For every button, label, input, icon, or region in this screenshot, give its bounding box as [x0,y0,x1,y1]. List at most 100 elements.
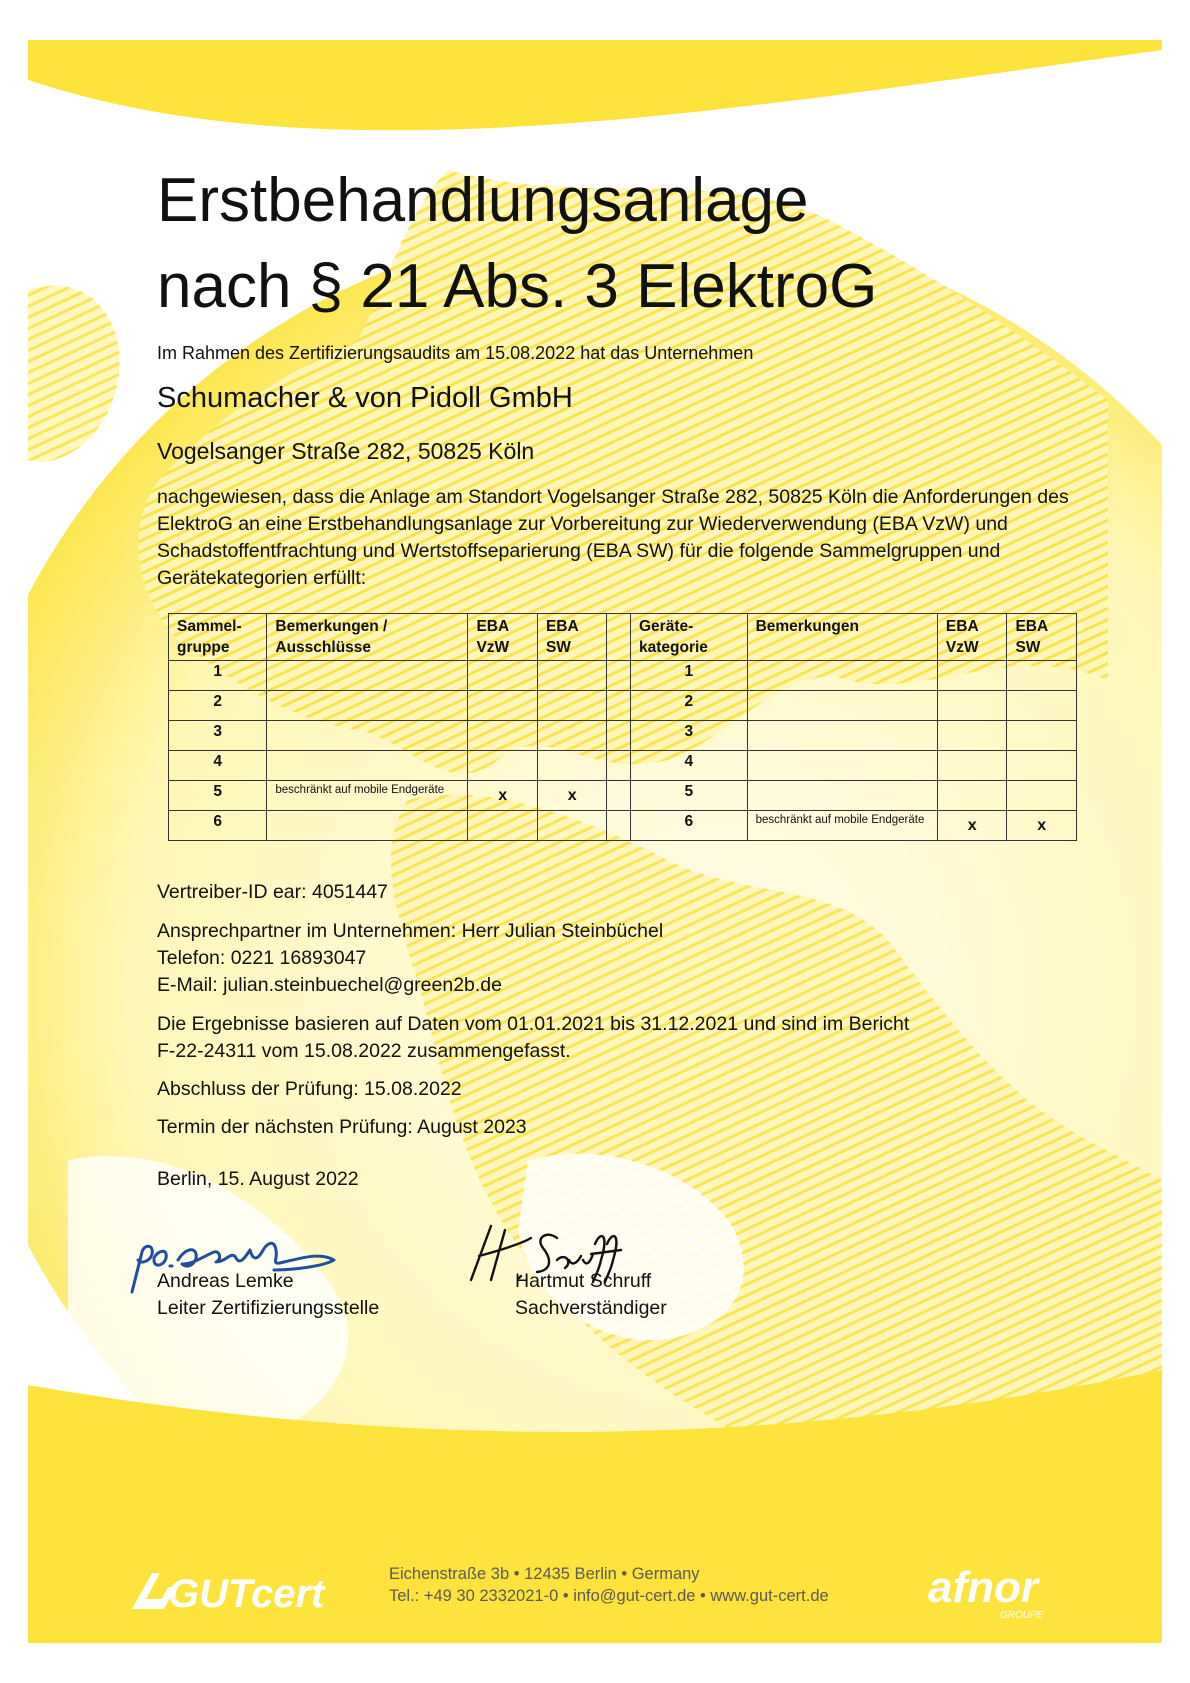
cell-category: 5 [630,780,748,811]
cell-sw [536,810,608,841]
cell-note [266,660,469,691]
cell-group: 2 [167,690,268,721]
cell-spacer [606,660,631,691]
signatory-name: Andreas Lemke [157,1270,294,1292]
contact-email: E-Mail: julian.steinbuechel@green2b.de [157,974,503,996]
abschluss-date: Abschluss der Prüfung: 15.08.2022 [157,1078,462,1100]
title-line-2: nach § 21 Abs. 3 ElektroG [157,252,878,321]
cell-sw: x [536,780,608,811]
cell-note-2 [746,690,938,721]
cell-category: 3 [630,720,748,751]
footer-address-line-1: Eichenstraße 3b • 12435 Berlin • Germany [389,1565,700,1583]
cell-vzw-2 [936,690,1008,721]
cell-note-2 [746,720,938,751]
contact-block: Ansprechpartner im Unternehmen: Herr Jul… [157,918,663,999]
company-name: Schumacher & von Pidoll GmbH [157,382,573,414]
col-eba-vzw-2: EBA VzW [936,613,1008,661]
signatory-lemke: Andreas Lemke Leiter Zertifizierungsstel… [157,1268,379,1322]
cell-note-2 [746,750,938,781]
gutcert-logo-text: GUTcert [168,1572,326,1615]
cell-vzw-2 [936,780,1008,811]
cell-sw [536,690,608,721]
cell-sw-2 [1006,690,1077,721]
cell-vzw-2 [936,720,1008,751]
cell-vzw [467,810,538,841]
cell-category: 2 [630,690,748,721]
certificate-title: Erstbehandlungsanlage nach § 21 Abs. 3 E… [157,158,877,330]
cell-vzw [467,690,538,721]
place-date: Berlin, 15. August 2022 [157,1168,359,1190]
cell-spacer [606,810,631,841]
cell-note-2: beschränkt auf mobile Endgeräte [746,810,938,841]
requirements-paragraph: nachgewiesen, dass die Anlage am Standor… [157,486,1069,589]
afnor-logo-text: afnor [928,1563,1041,1612]
cell-category: 6 [630,810,748,841]
col-bemerkungen-ausschluesse: Bemerkungen / Ausschlüsse [266,613,469,661]
cell-sw-2 [1006,780,1077,811]
cell-sw-2 [1006,720,1077,751]
cell-group: 5 [167,780,268,811]
table-row: 4 4 [167,750,1077,781]
vertreiber-id: Vertreiber-ID ear: 4051447 [157,881,388,903]
cell-vzw [467,750,538,781]
col-eba-vzw: EBA VzW [467,613,538,661]
col-eba-sw-2: EBA SW [1006,613,1077,661]
results-line-1: Die Ergebnisse basieren auf Daten vom 01… [157,1013,910,1035]
cell-sw-2: x [1006,810,1077,841]
results-block: Die Ergebnisse basieren auf Daten vom 01… [157,1011,909,1065]
signatory-name: Hartmut Schruff [515,1270,652,1292]
col-bemerkungen: Bemerkungen [746,613,938,661]
cell-spacer [606,690,631,721]
cell-vzw [467,720,538,751]
intro-text: Im Rahmen des Zertifizierungsaudits am 1… [157,343,754,363]
cell-spacer [606,720,631,751]
cell-vzw-2: x [936,810,1008,841]
footer-address-line-2: Tel.: +49 30 2332021-0 • info@gut-cert.d… [389,1587,829,1605]
certificate-content: Erstbehandlungsanlage nach § 21 Abs. 3 E… [28,40,1162,1643]
table-row: 1 1 [167,660,1077,691]
cell-sw [536,720,608,751]
company-address: Vogelsanger Straße 282, 50825 Köln [157,438,535,464]
cell-sw-2 [1006,750,1077,781]
cell-vzw-2 [936,660,1008,691]
afnor-groupe-text: GROUPE [1000,1610,1044,1621]
cell-note-2 [746,780,938,811]
cell-note-2 [746,660,938,691]
cell-vzw: x [467,780,538,811]
cell-category: 4 [630,750,748,781]
table-header-row: Sammel-gruppe Bemerkungen / Ausschlüsse … [167,613,1077,661]
signatory-role: Sachverständiger [515,1297,667,1319]
certificate-frame: Erstbehandlungsanlage nach § 21 Abs. 3 E… [28,40,1162,1643]
contact-person: Ansprechpartner im Unternehmen: Herr Jul… [157,920,664,942]
cell-note [266,810,469,841]
col-spacer [606,613,631,661]
cell-sw [536,750,608,781]
footer-address: Eichenstraße 3b • 12435 Berlin • Germany… [389,1563,829,1607]
cell-group: 6 [167,810,268,841]
col-geraetekategorie: Geräte-kategorie [630,613,748,661]
cell-category: 1 [630,660,748,691]
cell-sw-2 [1006,660,1077,691]
contact-phone: Telefon: 0221 16893047 [157,947,367,969]
results-line-2: F-22-24311 vom 15.08.2022 zusammengefass… [157,1040,571,1062]
col-sammelgruppe: Sammel-gruppe [167,613,268,661]
cell-note [266,720,469,751]
cell-group: 4 [167,750,268,781]
cell-spacer [606,780,631,811]
cell-vzw [467,660,538,691]
table-row: 3 3 [167,720,1077,751]
table-row: 2 2 [167,690,1077,721]
cell-group: 1 [167,660,268,691]
signatory-role: Leiter Zertifizierungsstelle [157,1297,380,1319]
next-audit-date: Termin der nächsten Prüfung: August 2023 [157,1116,527,1138]
gutcert-logo: GUTcert [132,1572,326,1615]
cell-note: beschränkt auf mobile Endgeräte [266,780,469,811]
category-table: Sammel-gruppe Bemerkungen / Ausschlüsse … [167,613,1077,841]
afnor-logo: afnor GROUPE [928,1563,1044,1621]
cell-vzw-2 [936,750,1008,781]
table-row: 5 beschränkt auf mobile Endgeräte x x 5 [167,780,1077,811]
col-eba-sw: EBA SW [536,613,608,661]
cell-note [266,750,469,781]
cell-group: 3 [167,720,268,751]
title-line-1: Erstbehandlungsanlage [157,166,809,235]
